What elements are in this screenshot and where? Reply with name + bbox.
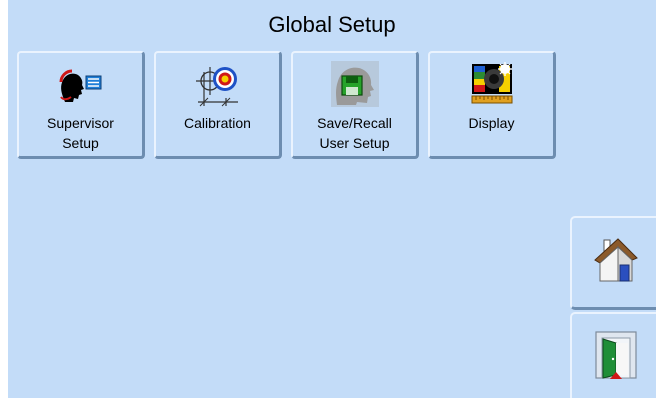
display-label: Display: [468, 115, 515, 131]
supervisor-head-icon: [19, 60, 142, 108]
global-setup-screen: Global Setup Supervisor Setup Calibratio…: [8, 0, 656, 398]
page-title: Global Setup: [268, 12, 396, 37]
calibration-button[interactable]: Calibration: [154, 51, 282, 159]
display-button[interactable]: Display: [428, 51, 556, 159]
save-recall-button[interactable]: Save/Recall User Setup: [291, 51, 419, 159]
exit-door-icon: [592, 329, 640, 386]
display-screen-icon: [430, 60, 553, 108]
save-recall-label: Save/Recall User Setup: [317, 115, 392, 151]
home-button[interactable]: [570, 216, 656, 310]
home-icon: [592, 236, 640, 289]
save-recall-head-icon: [293, 60, 416, 108]
calibration-target-icon: [156, 60, 279, 108]
exit-button[interactable]: [570, 312, 656, 398]
supervisor-setup-label: Supervisor Setup: [47, 115, 114, 151]
calibration-label: Calibration: [184, 115, 251, 131]
supervisor-setup-button[interactable]: Supervisor Setup: [17, 51, 145, 159]
